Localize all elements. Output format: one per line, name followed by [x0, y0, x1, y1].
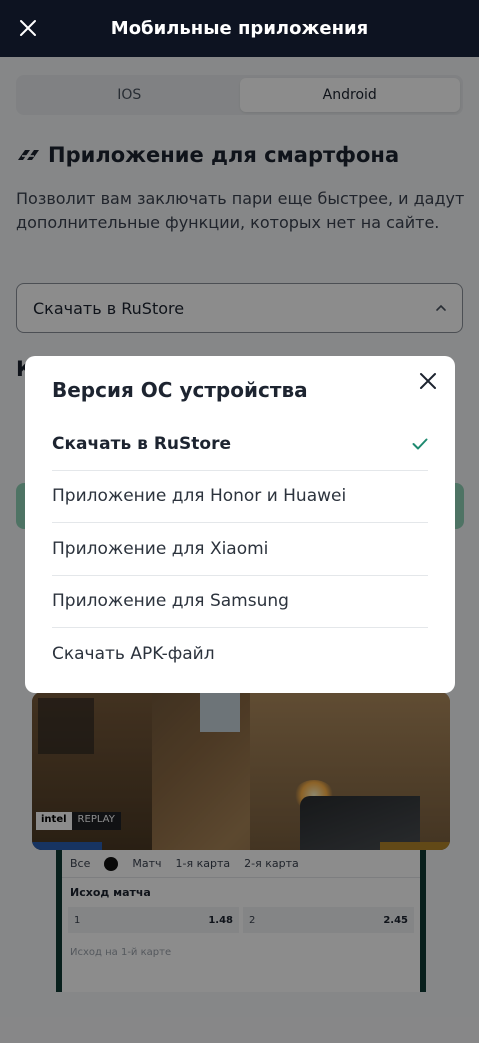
checkmark-icon	[412, 438, 428, 450]
option-honor-huawei[interactable]: Приложение для Honor и Huawei	[52, 471, 428, 523]
option-label: Приложение для Honor и Huawei	[52, 486, 347, 507]
option-xiaomi[interactable]: Приложение для Xiaomi	[52, 523, 428, 576]
option-label: Скачать в RuStore	[52, 433, 231, 454]
page-title: Мобильные приложения	[110, 18, 369, 39]
close-icon[interactable]	[419, 372, 437, 390]
option-apk[interactable]: Скачать APK-файл	[52, 628, 428, 681]
option-samsung[interactable]: Приложение для Samsung	[52, 576, 428, 628]
os-version-modal: Версия ОС устройства Скачать в RuStore П…	[25, 356, 455, 693]
top-bar: Мобильные приложения	[0, 0, 479, 57]
option-label: Скачать APK-файл	[52, 644, 215, 665]
modal-title: Версия ОС устройства	[52, 378, 308, 402]
os-options-list: Скачать в RuStore Приложение для Honor и…	[52, 418, 428, 681]
option-label: Приложение для Samsung	[52, 591, 289, 612]
close-icon[interactable]	[16, 16, 40, 40]
option-rustore[interactable]: Скачать в RuStore	[52, 418, 428, 471]
option-label: Приложение для Xiaomi	[52, 538, 269, 559]
